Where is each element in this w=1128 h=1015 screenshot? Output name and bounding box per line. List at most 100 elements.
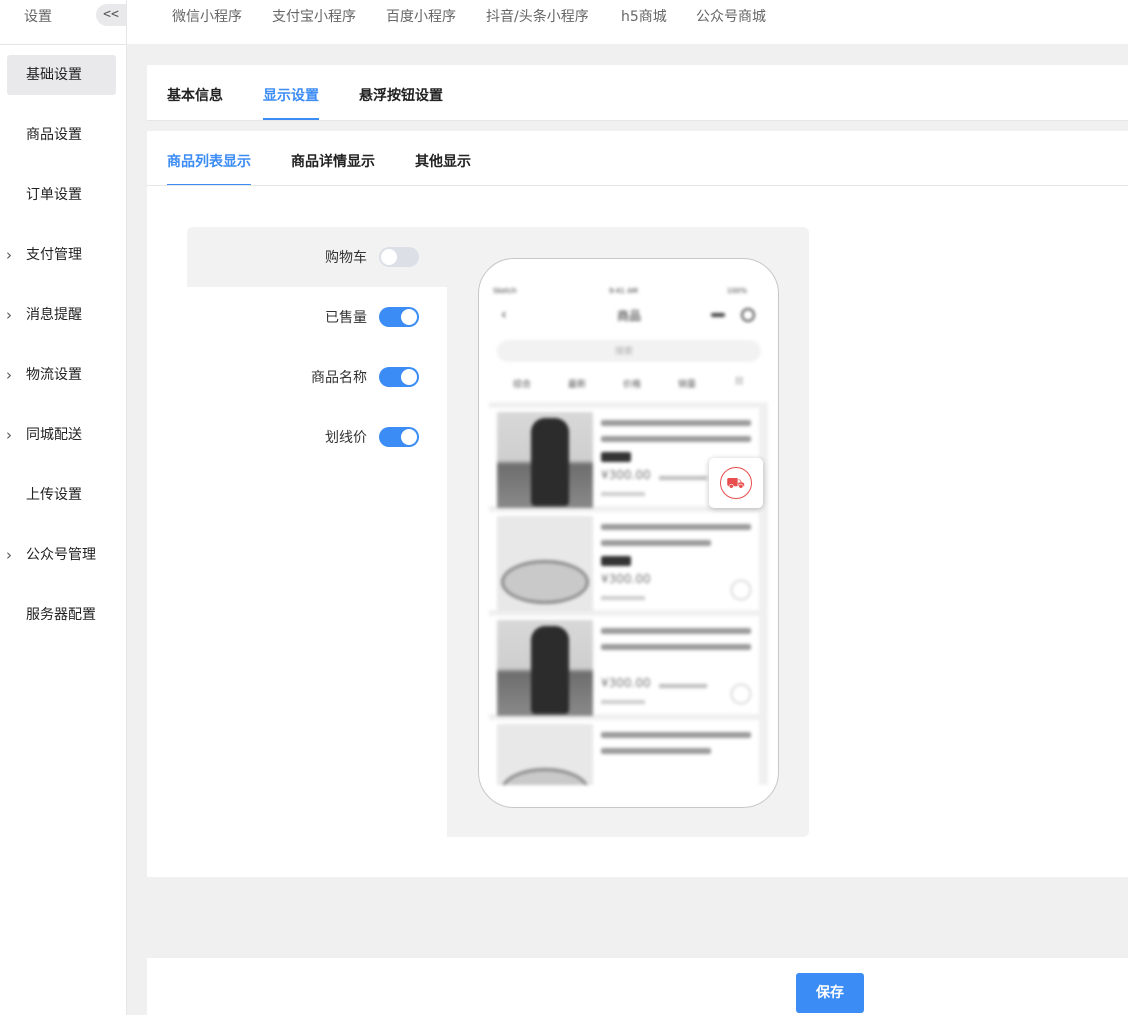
tab-display-settings[interactable]: 显示设置: [263, 85, 319, 105]
subtab-product-detail-display[interactable]: 商品详情显示: [291, 151, 375, 171]
product-image: [497, 516, 593, 612]
preview-sort-bar: 综合 最新 价格 销量 ☷: [479, 377, 778, 393]
sidebar-item-label: 公众号管理: [26, 547, 96, 563]
sidebar-item-payment[interactable]: › 支付管理: [0, 235, 126, 275]
product-old-price: [659, 684, 707, 688]
product-title-line: [601, 732, 751, 738]
setting-row-cart: 购物车: [187, 227, 447, 287]
product-card: ¥300.00: [489, 512, 759, 612]
product-sold-line: [601, 492, 645, 496]
sort-option: 销量: [678, 380, 697, 390]
setting-row-product-name: 商品名称: [187, 347, 447, 407]
tab-douyin-miniprogram[interactable]: 抖音/头条小程序: [486, 6, 589, 26]
platform-tabs: 微信小程序 支付宝小程序 百度小程序 抖音/头条小程序 h5商城 公众号商城: [127, 0, 1128, 44]
preview-navbar: ‹ 商品: [479, 307, 778, 327]
sidebar-item-label: 服务器配置: [26, 607, 96, 623]
cart-icon: [731, 684, 751, 704]
active-tab-indicator: [263, 118, 319, 120]
sidebar-item-order-settings[interactable]: 订单设置: [0, 175, 126, 215]
preview-search: 搜索: [497, 340, 761, 362]
chevron-right-icon: ›: [6, 426, 12, 444]
product-price: ¥300.00: [601, 572, 651, 586]
more-icon: [711, 313, 725, 317]
product-title-line: [601, 748, 711, 754]
sidebar-item-label: 物流设置: [26, 367, 82, 383]
sort-option: 综合: [513, 380, 532, 390]
setting-row-sold-count: 已售量: [187, 287, 447, 347]
sort-option: 最新: [568, 380, 587, 390]
chevron-right-icon: ›: [6, 306, 12, 324]
setting-label: 商品名称: [311, 370, 367, 386]
cart-glyph: ⛟: [726, 474, 745, 492]
sidebar-item-label: 商品设置: [26, 127, 82, 143]
cart-toggle[interactable]: [379, 247, 419, 267]
cart-icon: ⛟: [720, 467, 752, 499]
product-tag: [601, 556, 631, 566]
product-title-line: [601, 644, 751, 650]
sidebar-item-label: 同城配送: [26, 427, 82, 443]
sidebar: 设置 << 基础设置 商品设置 订单设置 › 支付管理 › 消息提醒 › 物流设…: [0, 0, 127, 1015]
phone-preview: Sketch 9:41 AM 100% ‹ 商品 搜索 综合 最新 价格 销量 …: [478, 258, 779, 808]
setting-label: 购物车: [325, 250, 367, 266]
product-title-line: [601, 436, 751, 442]
sold-count-toggle[interactable]: [379, 307, 419, 327]
tab-float-button-settings[interactable]: 悬浮按钮设置: [359, 85, 443, 105]
product-tag: [601, 452, 631, 462]
subtab-other-display[interactable]: 其他显示: [415, 151, 471, 171]
tab-h5-mall[interactable]: h5商城: [621, 6, 667, 26]
sidebar-item-server-config[interactable]: 服务器配置: [0, 595, 126, 635]
toggle-knob: [401, 429, 417, 445]
tab-basic-info[interactable]: 基本信息: [167, 85, 223, 105]
chevron-right-icon: ›: [6, 546, 12, 564]
tab-official-account-mall[interactable]: 公众号商城: [696, 6, 766, 26]
setting-row-strike-price: 划线价: [187, 407, 447, 467]
status-bar: Sketch 9:41 AM 100%: [493, 287, 763, 295]
preview-title: 商品: [617, 309, 642, 323]
chevron-right-icon: ›: [6, 246, 12, 264]
search-placeholder: 搜索: [615, 347, 634, 357]
sidebar-item-label: 上传设置: [26, 487, 82, 503]
status-time: 9:41 AM: [609, 287, 638, 295]
sidebar-item-label: 消息提醒: [26, 307, 82, 323]
cart-preview-highlight: ⛟: [709, 458, 763, 508]
setting-label: 划线价: [325, 430, 367, 446]
product-price: ¥300.00: [601, 468, 651, 482]
display-settings-panel: 商品列表显示 商品详情显示 其他显示 购物车 已售量 商品名称 划线价 Sket…: [147, 131, 1128, 877]
sidebar-item-local-delivery[interactable]: › 同城配送: [0, 415, 126, 455]
collapse-sidebar-button[interactable]: <<: [96, 4, 126, 26]
product-old-price: [659, 476, 707, 480]
product-price: ¥300.00: [601, 676, 651, 690]
tab-wechat-miniprogram[interactable]: 微信小程序: [172, 6, 242, 26]
sidebar-item-logistics[interactable]: › 物流设置: [0, 355, 126, 395]
tab-alipay-miniprogram[interactable]: 支付宝小程序: [272, 6, 356, 26]
toggle-knob: [401, 309, 417, 325]
setting-label: 已售量: [325, 310, 367, 326]
product-image: [497, 620, 593, 716]
sidebar-item-notifications[interactable]: › 消息提醒: [0, 295, 126, 335]
sidebar-item-upload[interactable]: 上传设置: [0, 475, 126, 515]
status-carrier: Sketch: [493, 287, 517, 295]
product-name-toggle[interactable]: [379, 367, 419, 387]
product-card: ¥300.00: [489, 616, 759, 716]
sidebar-item-basic-settings[interactable]: 基础设置: [7, 55, 116, 95]
product-sold-line: [601, 700, 645, 704]
save-button[interactable]: 保存: [796, 973, 864, 1013]
chevron-right-icon: ›: [6, 366, 12, 384]
product-sold-line: [601, 596, 645, 600]
sidebar-item-label: 支付管理: [26, 247, 82, 263]
sidebar-title: 设置: [24, 9, 52, 25]
tab-baidu-miniprogram[interactable]: 百度小程序: [386, 6, 456, 26]
back-icon: ‹: [501, 307, 507, 323]
strike-price-toggle[interactable]: [379, 427, 419, 447]
product-title-line: [601, 628, 751, 634]
main-tabs: 基本信息 显示设置 悬浮按钮设置: [147, 65, 1128, 121]
sidebar-item-official-account[interactable]: › 公众号管理: [0, 535, 126, 575]
subtab-product-list-display[interactable]: 商品列表显示: [167, 151, 251, 171]
toggle-knob: [401, 369, 417, 385]
sidebar-item-product-settings[interactable]: 商品设置: [0, 115, 126, 155]
product-image: [497, 412, 593, 508]
sidebar-item-label: 基础设置: [26, 67, 82, 83]
product-title-line: [601, 524, 751, 530]
sidebar-item-label: 订单设置: [26, 187, 82, 203]
home-icon: [741, 308, 755, 322]
